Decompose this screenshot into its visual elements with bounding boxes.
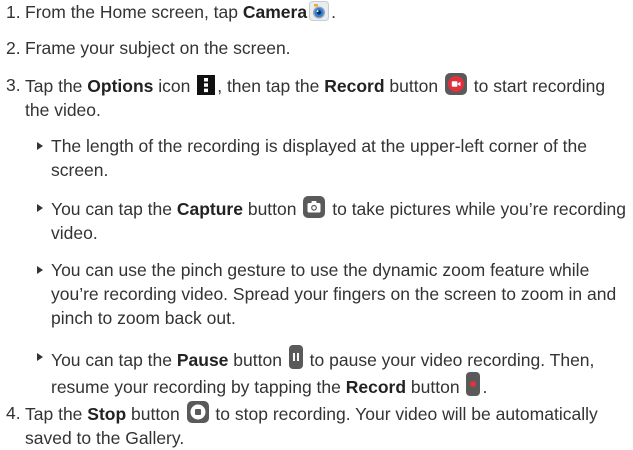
step-number: 1. (6, 2, 21, 22)
step-text-part: Tap the (25, 76, 88, 96)
record-button-icon (444, 73, 467, 95)
record-resume-button-icon (466, 372, 481, 396)
step-number: 4. (6, 403, 21, 423)
instructions-document: 1. From the Home screen, tap Camera . 2.… (0, 0, 633, 449)
pause-button-icon (288, 345, 303, 369)
step-text: Tap the Stop button to stop recording. Y… (25, 401, 625, 450)
bullet-triangle-icon (37, 204, 43, 212)
step-text-part: Tap the (25, 404, 88, 424)
capture-button-icon (303, 196, 326, 218)
bullet-text: You can use the pinch gesture to use the… (51, 260, 617, 328)
bullet-triangle-icon (37, 266, 43, 274)
step-text: Frame your subject on the screen. (25, 38, 291, 58)
step-text-part: button (384, 76, 443, 96)
step-number: 3. (6, 75, 21, 95)
bullet-text-part: button (228, 350, 287, 370)
step-text-part: . (331, 2, 336, 22)
record-label: Record (324, 76, 385, 96)
step-text-part: icon (153, 76, 196, 96)
bullet-triangle-icon (37, 353, 43, 361)
step-text-part: , then tap the (217, 76, 325, 96)
bullet-text-part: You can tap the (51, 350, 177, 370)
record-label: Record (345, 377, 407, 397)
bullet-text: You can tap the Capture button to take p… (51, 196, 629, 245)
stop-button-icon (186, 401, 209, 423)
step-text: Tap the Options icon , then tap the Reco… (25, 73, 625, 122)
step-text: From the Home screen, tap Camera . (25, 0, 625, 24)
step-text-part: From the Home screen, tap (25, 2, 243, 22)
step-number: 2. (6, 38, 21, 58)
bullet-text-part: You can tap the (51, 199, 177, 219)
camera-app-icon (309, 1, 330, 21)
stop-label: Stop (87, 404, 127, 424)
bullet-text-part: . (482, 377, 488, 397)
bullet-text: The length of the recording is displayed… (51, 136, 588, 180)
capture-label: Capture (176, 199, 243, 219)
step-text-part: button (126, 404, 185, 424)
bullet-text: You can tap the Pause button to pause yo… (51, 345, 629, 399)
bullet-text-part: button (242, 199, 302, 219)
bullet-text-part: button (406, 377, 465, 397)
pause-label: Pause (176, 350, 229, 370)
options-label: Options (87, 76, 154, 96)
options-menu-icon (197, 75, 216, 95)
bullet-triangle-icon (37, 142, 43, 150)
camera-label: Camera (242, 2, 308, 22)
